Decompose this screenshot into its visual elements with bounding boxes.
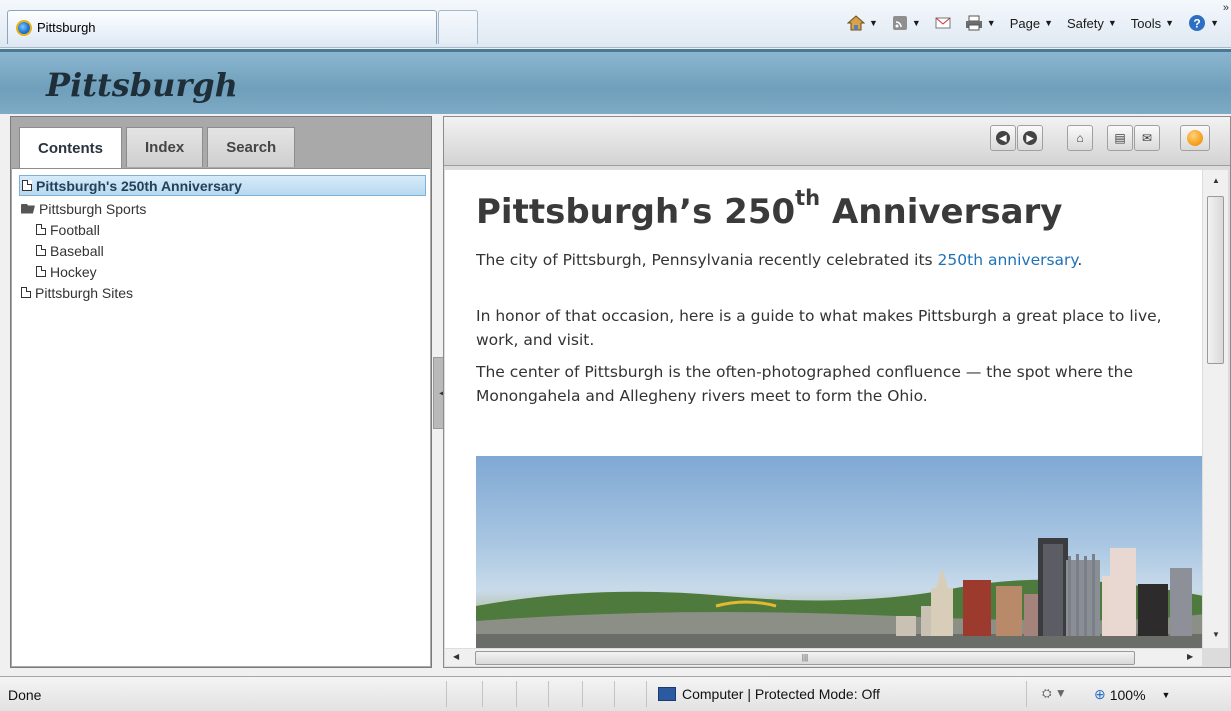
print-topic-button[interactable]: ▤ (1107, 125, 1133, 151)
vertical-scroll-thumb[interactable] (1207, 196, 1224, 364)
forward-button[interactable]: ▶ (1017, 125, 1043, 151)
tree-item-pittsburgh-sites[interactable]: Pittsburgh Sites (12, 282, 430, 303)
horizontal-scrollbar[interactable]: ◀ ||| ▶ (445, 648, 1202, 666)
page-icon (21, 287, 31, 298)
zoom-icon: ⊕ (1094, 686, 1106, 702)
home-topic-button[interactable]: ⌂ (1067, 125, 1093, 151)
browser-command-bar: Pittsburgh ▼ ▼ ▼ Page ▼ Safety ▼ Tools ▼ ? … (0, 0, 1231, 48)
tree-item-pittsburgh-sports[interactable]: Pittsburgh Sports (12, 198, 430, 219)
status-text: Done (8, 687, 42, 703)
page-icon (36, 266, 46, 277)
anniversary-link[interactable]: 250th anniversary (938, 251, 1078, 269)
tab-index[interactable]: Index (126, 127, 204, 167)
status-divider (446, 681, 447, 707)
print-button[interactable]: ▼ (965, 15, 996, 31)
printer-icon: ▤ (1114, 131, 1126, 145)
contents-tree: Pittsburgh's 250th Anniversary Pittsburg… (12, 168, 430, 666)
home-icon: ⌂ (1076, 131, 1084, 145)
help-header: Pittsburgh (0, 49, 1231, 114)
tab-search[interactable]: Search (207, 127, 296, 167)
browser-tab[interactable]: Pittsburgh (7, 10, 437, 44)
safety-menu[interactable]: Safety ▼ (1067, 16, 1117, 31)
sync-icon (1187, 130, 1203, 146)
chevron-down-icon: ▼ (911, 18, 921, 28)
pittsburgh-skyline-photo (476, 456, 1202, 648)
page-menu[interactable]: Page ▼ (1010, 16, 1053, 31)
page-title: Pittsburgh’s 250th Anniversary (476, 186, 1063, 232)
confluence-paragraph: The center of Pittsburgh is the often-ph… (476, 363, 1133, 405)
page-icon (36, 245, 46, 256)
computer-icon (658, 687, 676, 701)
honor-paragraph: In honor of that occasion, here is a gui… (476, 307, 1162, 349)
scroll-up-icon[interactable]: ▲ (1212, 176, 1220, 185)
status-divider (1026, 681, 1027, 707)
navigation-tabs: Contents Index Search (19, 127, 296, 169)
orange-action-button[interactable] (1180, 125, 1210, 151)
help-icon: ? (1189, 15, 1206, 31)
chevron-down-icon: ▼ (1210, 18, 1219, 28)
topic-content: Pittsburgh’s 250th Anniversary The city … (445, 170, 1202, 648)
browser-tab-title: Pittsburgh (37, 20, 96, 35)
tree-item-250th-anniversary[interactable]: Pittsburgh's 250th Anniversary (19, 175, 426, 196)
tab-contents[interactable]: Contents (19, 127, 122, 169)
tree-item-hockey[interactable]: Hockey (12, 261, 430, 282)
scroll-right-icon[interactable]: ▶ (1187, 652, 1193, 661)
tools-menu[interactable]: Tools ▼ (1131, 16, 1174, 31)
chevron-down-icon: ▼ (1165, 18, 1175, 28)
chevron-down-icon: ▼ (1044, 18, 1054, 28)
status-divider (482, 681, 483, 707)
scroll-left-icon[interactable]: ◀ (453, 652, 459, 661)
vertical-scrollbar[interactable]: ▲ ▼ (1202, 170, 1228, 648)
chevron-down-icon: ▼ (1161, 689, 1171, 700)
status-bar: Done Computer | Protected Mode: Off ⛭ ▼ … (0, 676, 1231, 711)
page-icon (22, 180, 32, 191)
topic-toolbar: ◀ ▶ ⌂ ▤ ✉ (444, 117, 1230, 166)
mail-icon (935, 17, 951, 29)
chevron-down-icon: ▼ (986, 18, 996, 28)
chevron-down-icon: ▼ (868, 18, 878, 28)
zoom-control[interactable]: ⊕ 100% ▼ (1094, 686, 1170, 703)
svg-text:?: ? (1193, 17, 1200, 31)
forward-arrow-icon: ▶ (1023, 131, 1037, 145)
scroll-down-icon[interactable]: ▼ (1212, 630, 1220, 639)
horizontal-scroll-thumb[interactable]: ||| (475, 651, 1135, 665)
feeds-button[interactable]: ▼ (892, 15, 921, 31)
security-zone[interactable]: Computer | Protected Mode: Off (658, 686, 880, 702)
feed-icon (892, 16, 907, 30)
intro-paragraph: The city of Pittsburgh, Pennsylvania rec… (476, 251, 1083, 269)
help-menu[interactable]: ? ▼ (1188, 14, 1219, 32)
back-button[interactable]: ◀ (990, 125, 1016, 151)
email-topic-button[interactable]: ✉ (1134, 125, 1160, 151)
protected-mode-icon[interactable]: ⛭ ▼ (1042, 686, 1067, 701)
status-divider (582, 681, 583, 707)
more-commands-icon[interactable]: » (1223, 2, 1229, 14)
mail-icon: ✉ (1141, 131, 1153, 145)
status-divider (516, 681, 517, 707)
tree-item-football[interactable]: Football (12, 219, 430, 240)
home-button[interactable]: ▼ (846, 15, 878, 31)
printer-icon (965, 15, 982, 31)
status-divider (646, 681, 647, 707)
page-icon (36, 224, 46, 235)
chevron-down-icon: ▼ (1107, 18, 1117, 28)
new-tab-button[interactable] (438, 10, 478, 44)
status-divider (614, 681, 615, 707)
navigation-pane: Contents Index Search Pittsburgh's 250th… (10, 116, 432, 668)
help-title: Pittsburgh (46, 66, 238, 104)
ie-icon (16, 19, 32, 36)
mail-button[interactable] (935, 16, 951, 30)
content-pane: ◀ ▶ ⌂ ▤ ✉ Pittsburgh’s 250th Anniversary… (443, 116, 1231, 668)
back-arrow-icon: ◀ (996, 131, 1010, 145)
open-folder-icon (21, 203, 35, 214)
tree-item-baseball[interactable]: Baseball (12, 240, 430, 261)
home-icon (846, 15, 865, 31)
status-divider (548, 681, 549, 707)
skyline-illustration (476, 538, 1202, 648)
